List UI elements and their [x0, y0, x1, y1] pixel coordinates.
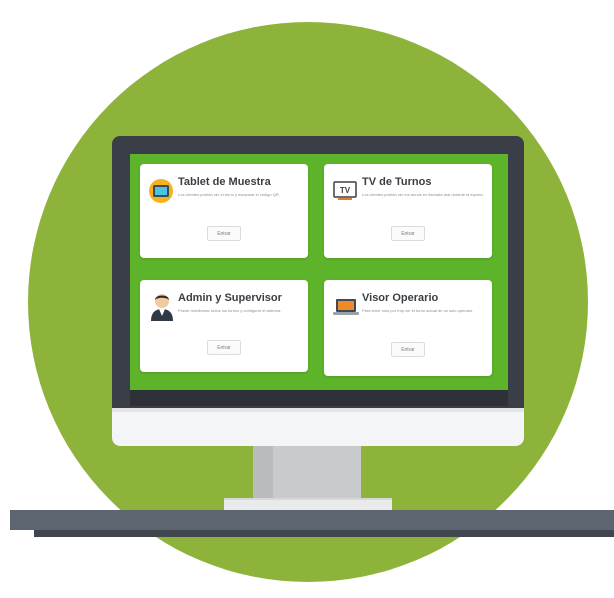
card-title: TV de Turnos	[362, 176, 432, 188]
card-visor-operario: Visor Operario Para tener solo por rmp v…	[324, 280, 492, 376]
enter-button[interactable]: Entrar	[207, 340, 241, 355]
tv-icon-label: TV	[340, 186, 351, 195]
card-description: Los clientes podrán ver el turno y escan…	[178, 192, 280, 197]
enter-button[interactable]: Entrar	[391, 226, 425, 241]
tablet-icon	[148, 178, 174, 204]
card-admin-y-supervisor: Admin y Supervisor Puede monitorear todo…	[140, 280, 308, 372]
card-title: Tablet de Muestra	[178, 176, 271, 188]
card-title: Visor Operario	[362, 292, 439, 304]
laptop-icon	[332, 294, 359, 320]
enter-button[interactable]: Entrar	[207, 226, 241, 241]
admin-avatar-icon	[148, 290, 174, 321]
desk-surface	[10, 510, 614, 530]
card-description: Puede monitorear todos los turnos y conf…	[178, 308, 282, 313]
monitor-stand-base	[224, 498, 392, 510]
tv-icon: TV	[332, 178, 358, 204]
card-title: Admin y Supervisor	[178, 292, 282, 304]
enter-button[interactable]: Entrar	[391, 342, 425, 357]
card-tablet-de-muestra: Tablet de Muestra Los clientes podrán ve…	[140, 164, 308, 258]
desk-edge	[34, 530, 614, 537]
monitor-stand-neck	[253, 444, 361, 500]
screen-bottom-strip	[130, 390, 508, 406]
card-description: Los clientes podrán ver los turnos en ll…	[362, 192, 484, 197]
card-description: Para tener solo por rmp ver el turno act…	[362, 308, 474, 313]
monitor-chin	[112, 408, 524, 446]
card-tv-de-turnos: TV TV de Turnos Los clientes podrán ver …	[324, 164, 492, 258]
